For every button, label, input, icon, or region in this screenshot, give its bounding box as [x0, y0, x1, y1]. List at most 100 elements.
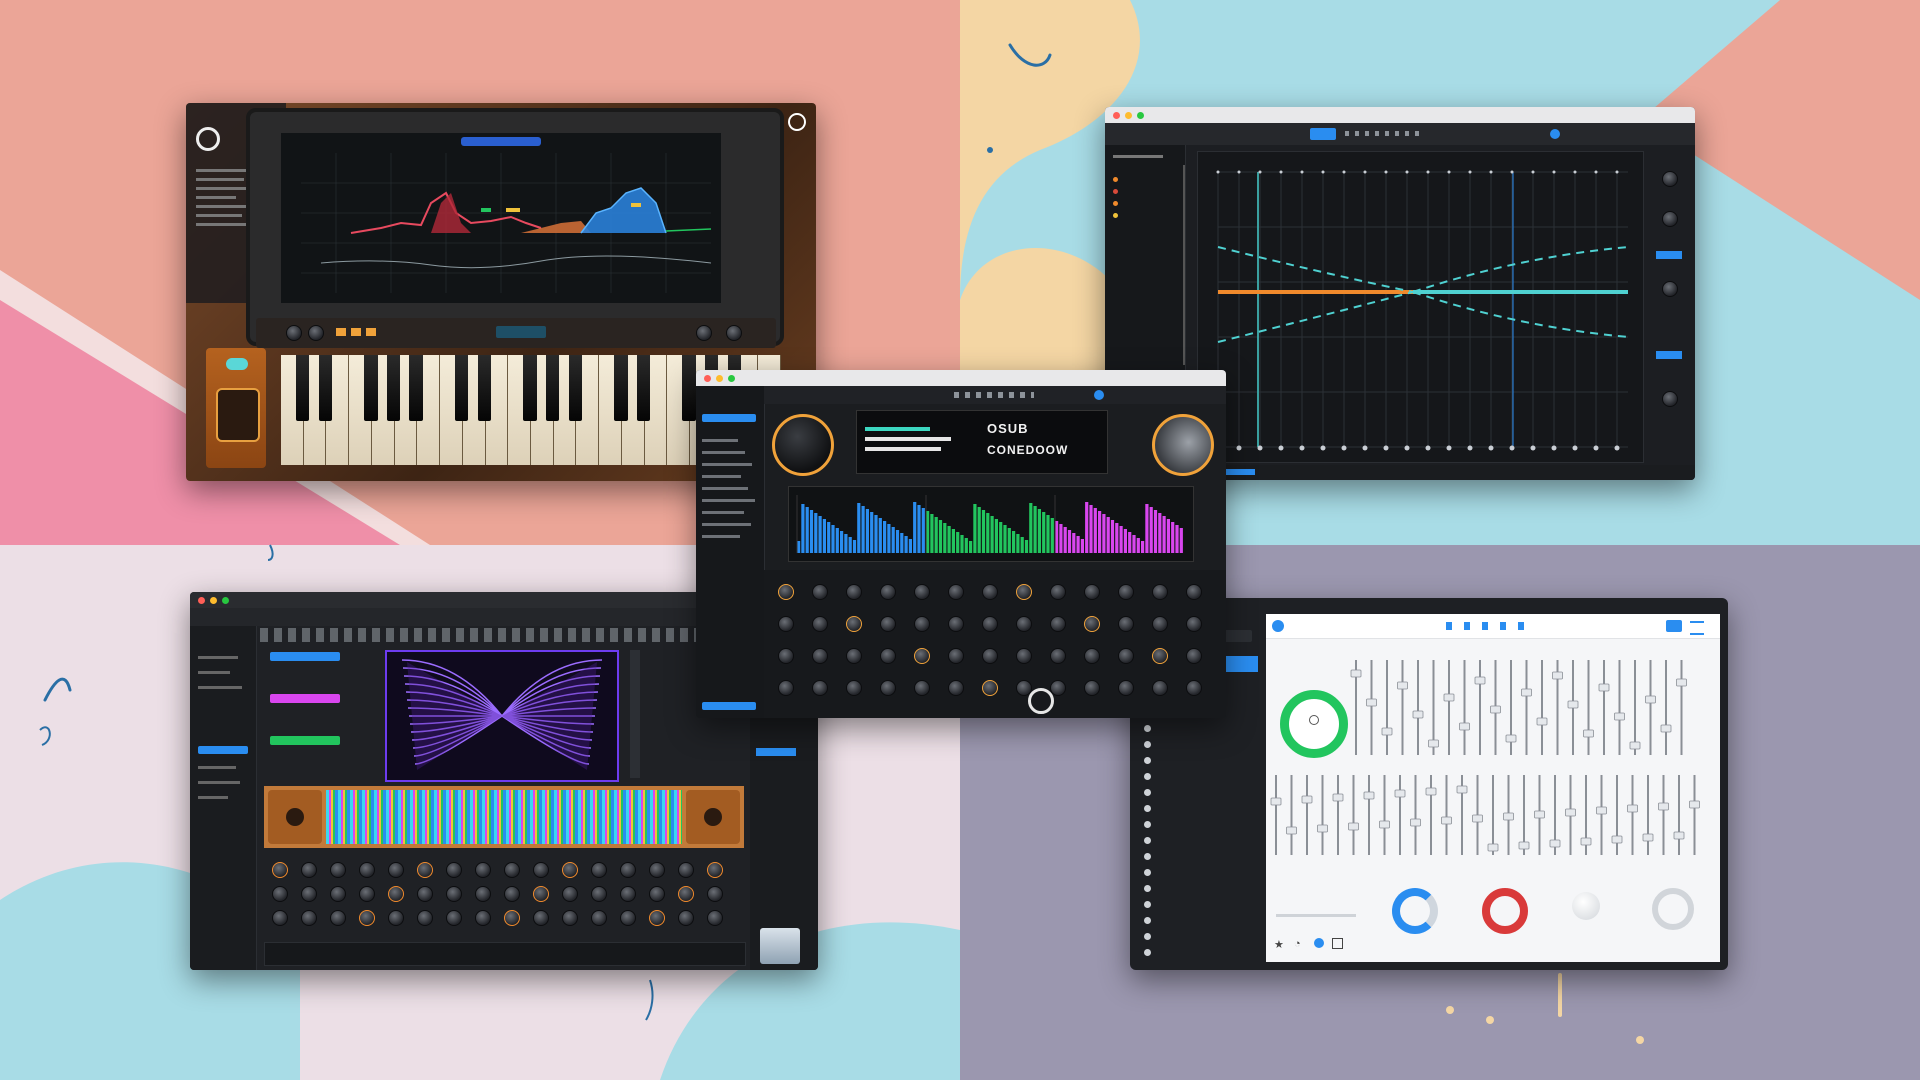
channel-knob[interactable] [562, 910, 578, 926]
black-key[interactable] [295, 355, 310, 421]
center-knob[interactable] [1016, 616, 1032, 632]
eq-sidebar-scrollbar[interactable] [1183, 165, 1185, 365]
channel-knob[interactable] [533, 862, 549, 878]
eq-panel-button[interactable] [1656, 351, 1682, 359]
channel-knob[interactable] [591, 886, 607, 902]
black-key[interactable] [363, 355, 378, 421]
channel-knob[interactable] [475, 886, 491, 902]
center-knob[interactable] [1050, 584, 1066, 600]
mixer-sidebar-item[interactable] [1138, 848, 1258, 864]
center-play-icon[interactable] [1028, 688, 1054, 714]
channel-knob[interactable] [359, 862, 375, 878]
mixer-sidebar-item[interactable] [1138, 752, 1258, 768]
center-knob[interactable] [880, 680, 896, 696]
center-knob[interactable] [846, 584, 862, 600]
center-knob[interactable] [1050, 616, 1066, 632]
eq-graph[interactable] [1197, 151, 1644, 463]
channel-knob[interactable] [620, 886, 636, 902]
mixer-sidebar-item[interactable] [1138, 784, 1258, 800]
channel-knob[interactable] [620, 862, 636, 878]
channel-knob[interactable] [533, 910, 549, 926]
channel-knob[interactable] [417, 862, 433, 878]
channel-knob[interactable] [446, 910, 462, 926]
channel-knob[interactable] [533, 886, 549, 902]
visual-list-item[interactable] [270, 666, 340, 675]
center-knob[interactable] [846, 616, 862, 632]
visual-panel-thumbnail[interactable] [760, 928, 800, 964]
center-knob[interactable] [1152, 680, 1168, 696]
center-knob[interactable] [812, 680, 828, 696]
channel-knob[interactable] [417, 910, 433, 926]
center-sidebar-item[interactable] [702, 535, 740, 538]
mixer-sidebar-item[interactable] [1138, 720, 1258, 736]
channel-knob[interactable] [562, 886, 578, 902]
center-knob[interactable] [1050, 648, 1066, 664]
center-knob[interactable] [778, 648, 794, 664]
center-header-controls[interactable] [954, 392, 1034, 398]
center-knob[interactable] [846, 648, 862, 664]
visual-panel-button[interactable] [756, 748, 796, 756]
synth-preset-button[interactable] [336, 328, 346, 336]
center-knob[interactable] [1118, 680, 1134, 696]
channel-knob[interactable] [707, 862, 723, 878]
visual-list-item[interactable] [270, 652, 340, 661]
mixer-blue-dial[interactable] [1392, 888, 1438, 934]
center-knob[interactable] [778, 680, 794, 696]
center-knob[interactable] [778, 584, 794, 600]
eq-knob[interactable] [1662, 391, 1678, 407]
eq-panel-button[interactable] [1656, 251, 1682, 259]
maximize-icon[interactable] [728, 374, 735, 382]
black-key[interactable] [386, 355, 401, 421]
minimize-icon[interactable] [210, 596, 217, 604]
channel-knob[interactable] [446, 862, 462, 878]
synth-side-button[interactable] [226, 358, 248, 370]
mixer-sidebar-item[interactable] [1138, 928, 1258, 944]
star-icon[interactable]: ★ [1274, 938, 1284, 951]
center-knob[interactable] [914, 680, 930, 696]
visual-side-fader[interactable] [630, 650, 640, 778]
center-knob[interactable] [1084, 680, 1100, 696]
channel-knob[interactable] [678, 886, 694, 902]
mixer-sidebar-item[interactable] [1138, 896, 1258, 912]
center-knob[interactable] [1084, 648, 1100, 664]
black-key[interactable] [636, 355, 651, 421]
center-big-knob-left[interactable] [772, 414, 834, 476]
center-knob[interactable] [1084, 584, 1100, 600]
center-knob[interactable] [1152, 648, 1168, 664]
channel-knob[interactable] [707, 910, 723, 926]
channel-knob[interactable] [388, 910, 404, 926]
channel-knob[interactable] [649, 910, 665, 926]
center-knob[interactable] [1186, 584, 1202, 600]
center-knob[interactable] [914, 584, 930, 600]
center-knob[interactable] [914, 616, 930, 632]
center-user-avatar[interactable] [1094, 390, 1104, 400]
channel-knob[interactable] [388, 862, 404, 878]
channel-knob[interactable] [359, 886, 375, 902]
visual-list-item[interactable] [270, 694, 340, 703]
black-key[interactable] [454, 355, 469, 421]
center-knob[interactable] [1186, 648, 1202, 664]
center-knob[interactable] [812, 648, 828, 664]
channel-knob[interactable] [649, 886, 665, 902]
center-knob[interactable] [1152, 584, 1168, 600]
channel-knob[interactable] [272, 862, 288, 878]
minimize-icon[interactable] [716, 374, 723, 382]
eq-toolbar-icons[interactable] [1345, 131, 1425, 136]
center-big-knob-right[interactable] [1152, 414, 1214, 476]
visual-list-item[interactable] [270, 736, 340, 745]
synth-side-dial[interactable] [216, 388, 260, 442]
eq-toolbar-button[interactable] [1310, 128, 1336, 140]
channel-knob[interactable] [330, 910, 346, 926]
synth-screen-icon[interactable] [788, 113, 806, 131]
close-icon[interactable] [198, 596, 205, 604]
center-knob[interactable] [1118, 616, 1134, 632]
center-knob[interactable] [812, 616, 828, 632]
mixer-grey-dial[interactable] [1652, 888, 1694, 930]
center-sidebar-item[interactable] [702, 439, 738, 442]
black-key[interactable] [682, 355, 696, 421]
center-knob[interactable] [1016, 584, 1032, 600]
maximize-icon[interactable] [222, 596, 229, 604]
channel-knob[interactable] [330, 886, 346, 902]
mixer-sidebar-item[interactable] [1138, 800, 1258, 816]
channel-knob[interactable] [272, 886, 288, 902]
